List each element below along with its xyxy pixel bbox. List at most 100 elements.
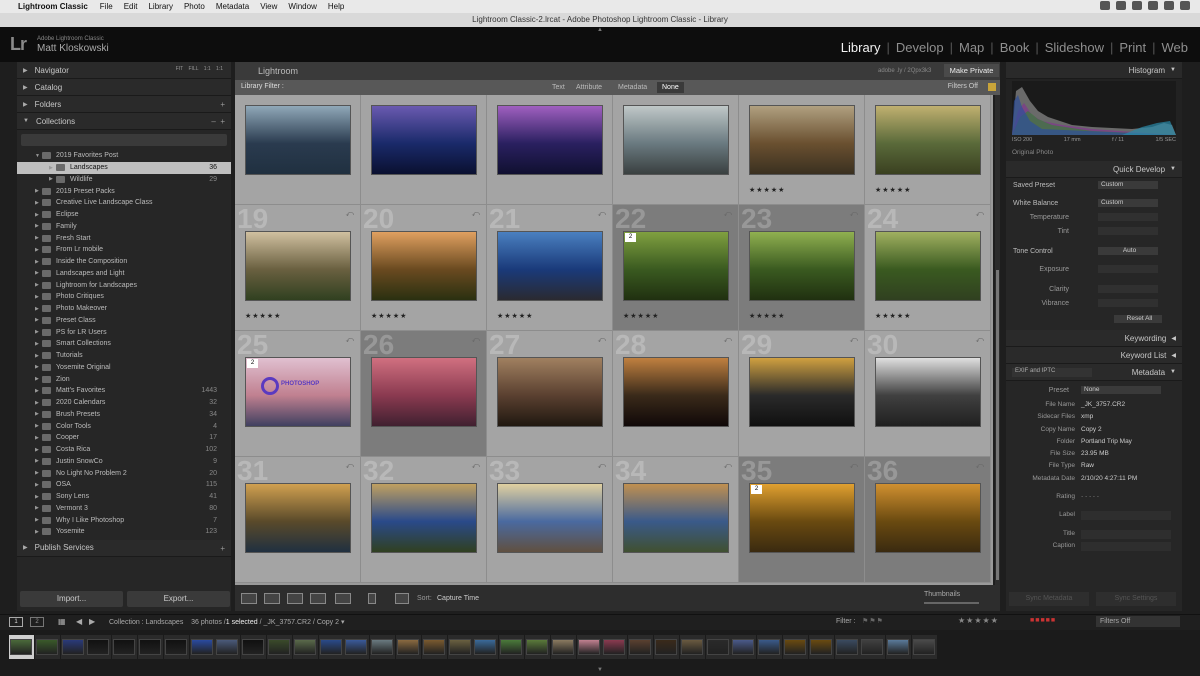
- collection-item[interactable]: ▶ Tutorials: [17, 350, 231, 362]
- rotate-icon[interactable]: ⤺: [597, 335, 606, 345]
- star-rating[interactable]: ★★★★★: [749, 312, 785, 320]
- expand-icon[interactable]: ▶: [35, 188, 42, 194]
- module-book[interactable]: Book: [994, 40, 1036, 55]
- filmstrip-cell[interactable]: [344, 635, 370, 659]
- collection-item[interactable]: ▶ Costa Rica 102: [17, 444, 231, 456]
- metadata-set-dropdown[interactable]: EXIF and IPTC: [1012, 368, 1092, 377]
- sync-metadata-button[interactable]: Sync Metadata: [1009, 592, 1089, 606]
- expand-icon[interactable]: ▶: [35, 435, 42, 441]
- filmstrip-cell[interactable]: [447, 635, 473, 659]
- grid-cell[interactable]: 29 ⤺: [739, 329, 865, 457]
- expand-icon[interactable]: ▶: [35, 505, 42, 511]
- quick-develop-header[interactable]: Quick Develop ▼: [1006, 161, 1182, 178]
- share-link[interactable]: adobe .ly / 2Qpx3k3: [878, 68, 931, 74]
- collection-item[interactable]: ▶ Yosemite Original: [17, 362, 231, 374]
- expand-icon[interactable]: ▶: [35, 270, 42, 276]
- creative-cloud-icon[interactable]: [1100, 1, 1110, 10]
- expand-icon[interactable]: ▶: [35, 317, 42, 323]
- filmstrip-cell[interactable]: [163, 635, 189, 659]
- sort-direction-icon[interactable]: [395, 593, 409, 604]
- filmstrip-thumbnail[interactable]: [87, 639, 110, 655]
- photo-thumbnail[interactable]: [875, 105, 981, 175]
- filmstrip-cell[interactable]: [138, 635, 163, 659]
- star-rating[interactable]: ★★★★★: [245, 312, 281, 320]
- battery-icon[interactable]: [1148, 1, 1158, 10]
- grid-cell[interactable]: 23 ⤺ ★★★★★: [739, 203, 865, 331]
- collection-item[interactable]: ▶ OSA 115: [17, 479, 231, 491]
- filmstrip-cell[interactable]: [370, 635, 396, 659]
- collection-item[interactable]: ▶ Yosemite 123: [17, 526, 231, 538]
- collections-header[interactable]: ▼ Collections – +: [17, 113, 231, 130]
- expand-icon[interactable]: ▶: [35, 306, 42, 312]
- filmstrip-thumbnail[interactable]: [706, 639, 729, 655]
- keywording-header[interactable]: Keywording ◀: [1006, 330, 1182, 347]
- metadata-value[interactable]: _JK_3757.CR2: [1081, 401, 1125, 408]
- rotate-icon[interactable]: ⤺: [849, 335, 858, 345]
- filmstrip-cell[interactable]: [886, 635, 912, 659]
- collection-item[interactable]: ▶ Brush Presets 34: [17, 409, 231, 421]
- menu-library[interactable]: Library: [148, 2, 172, 11]
- expand-icon[interactable]: ▶: [35, 517, 42, 523]
- temperature-buttons[interactable]: [1098, 213, 1158, 221]
- collection-item[interactable]: ▶ Fresh Start: [17, 232, 231, 244]
- color-label-filter-icons[interactable]: ■■■■■: [1030, 617, 1056, 624]
- grid-cell[interactable]: ⤺: [487, 95, 613, 205]
- grid-cell[interactable]: 21 ⤺ ★★★★★: [487, 203, 613, 331]
- collection-item[interactable]: ▶ Justin SnowCo 9: [17, 456, 231, 468]
- filter-tab-metadata[interactable]: Metadata: [613, 82, 652, 93]
- collection-item[interactable]: ▶ Family: [17, 221, 231, 233]
- metadata-value[interactable]: xmp: [1081, 413, 1093, 420]
- grid-icon[interactable]: ▦: [58, 617, 66, 626]
- filmstrip-thumbnail[interactable]: [293, 639, 316, 655]
- filmstrip-cell[interactable]: [86, 635, 112, 659]
- rotate-icon[interactable]: ⤺: [471, 209, 480, 219]
- filmstrip-cell[interactable]: [602, 635, 628, 659]
- expand-icon[interactable]: ▶: [35, 247, 42, 253]
- star-rating[interactable]: ★★★★★: [749, 186, 785, 194]
- filmstrip-thumbnail[interactable]: [268, 639, 290, 655]
- grid-cell[interactable]: ⤺: [613, 95, 739, 205]
- expand-icon[interactable]: ▶: [35, 482, 42, 488]
- filmstrip-cell[interactable]: [9, 635, 34, 659]
- filmstrip-cell[interactable]: [576, 635, 602, 659]
- expand-icon[interactable]: ▶: [35, 411, 42, 417]
- filmstrip-thumbnail[interactable]: [61, 639, 84, 655]
- filmstrip-cell[interactable]: [292, 635, 318, 659]
- filmstrip-cell[interactable]: [318, 635, 344, 659]
- expand-icon[interactable]: ▶: [35, 200, 42, 206]
- filmstrip-thumbnail[interactable]: [345, 639, 368, 655]
- collection-item[interactable]: ▶ No Light No Problem 2 20: [17, 467, 231, 479]
- add-folder-icon[interactable]: +: [220, 100, 225, 109]
- photo-thumbnail[interactable]: [749, 483, 855, 553]
- monitor-2-button[interactable]: 2: [30, 617, 44, 627]
- title-field[interactable]: [1081, 529, 1171, 539]
- original-photo-toggle[interactable]: Original Photo: [1012, 149, 1053, 156]
- expand-icon[interactable]: ▶: [35, 376, 42, 382]
- collection-item[interactable]: ▶ From Lr mobile: [17, 244, 231, 256]
- photo-thumbnail[interactable]: [623, 231, 729, 301]
- metadata-value[interactable]: 23.95 MB: [1081, 450, 1109, 457]
- thumbnail-size-slider[interactable]: [924, 602, 979, 604]
- publish-services-header[interactable]: ▶ Publish Services +: [17, 539, 231, 557]
- grid-cell[interactable]: 35 2 ⤺: [739, 455, 865, 583]
- menu-view[interactable]: View: [260, 2, 277, 11]
- photo-thumbnail[interactable]: [245, 231, 351, 301]
- reset-all-button[interactable]: Reset All: [1114, 315, 1162, 323]
- photo-thumbnail[interactable]: [749, 357, 855, 427]
- bottom-panel-toggle-icon[interactable]: ▼: [597, 667, 603, 673]
- vibrance-buttons[interactable]: [1098, 299, 1158, 307]
- filmstrip-thumbnail[interactable]: [758, 639, 781, 655]
- filmstrip-thumbnail[interactable]: [577, 639, 600, 655]
- filmstrip-thumbnail[interactable]: [113, 639, 136, 655]
- filmstrip-thumbnail[interactable]: [809, 639, 832, 655]
- grid-cell[interactable]: ⤺: [235, 95, 361, 205]
- grid-cell[interactable]: ⤺★★★★★: [865, 95, 991, 205]
- collection-item[interactable]: ▶ Creative Live Landscape Class: [17, 197, 231, 209]
- collection-item[interactable]: ▶ Wildlife 29: [17, 174, 231, 186]
- module-slideshow[interactable]: Slideshow: [1039, 40, 1110, 55]
- metadata-value[interactable]: Copy 2: [1081, 426, 1102, 433]
- flag-filter-icons[interactable]: ⚑⚑⚑: [862, 617, 884, 625]
- photo-thumbnail[interactable]: [497, 231, 603, 301]
- rotate-icon[interactable]: ⤺: [471, 461, 480, 471]
- import-button[interactable]: Import...: [20, 591, 123, 607]
